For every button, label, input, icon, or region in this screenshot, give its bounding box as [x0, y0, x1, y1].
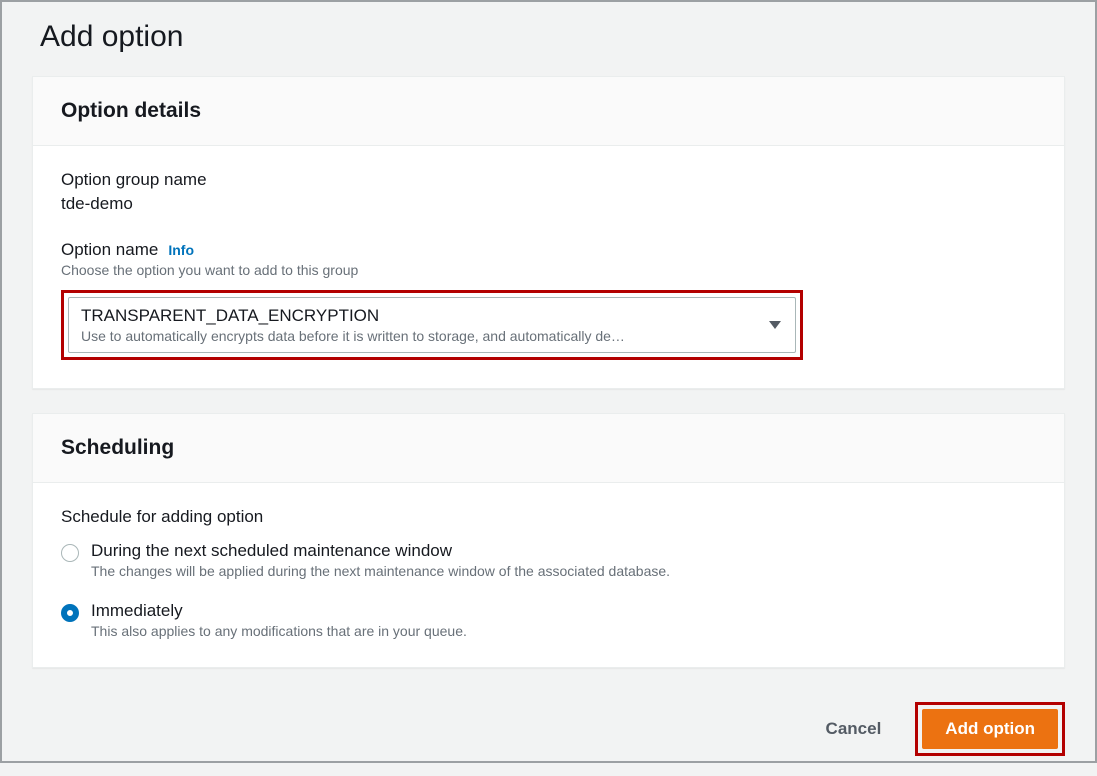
group-name-label: Option group name	[61, 170, 1036, 190]
add-option-button[interactable]: Add option	[922, 709, 1058, 749]
scheduling-header: Scheduling	[33, 414, 1064, 483]
option-name-select-value: TRANSPARENT_DATA_ENCRYPTION	[81, 306, 755, 326]
cancel-button[interactable]: Cancel	[820, 709, 888, 749]
group-name-value: tde-demo	[61, 194, 1036, 214]
radio-label: Immediately	[91, 601, 467, 621]
scheduling-panel: Scheduling Schedule for adding option Du…	[32, 413, 1065, 668]
scheduling-title: Scheduling	[61, 436, 1036, 460]
footer-actions: Cancel Add option	[32, 692, 1065, 756]
radio-icon[interactable]	[61, 544, 79, 562]
option-name-label: Option name	[61, 240, 158, 260]
info-link[interactable]: Info	[168, 242, 194, 258]
caret-down-icon	[769, 321, 781, 329]
schedule-field-label: Schedule for adding option	[61, 507, 1036, 527]
schedule-option-immediately[interactable]: Immediately This also applies to any mod…	[61, 601, 1036, 639]
option-name-select-description: Use to automatically encrypts data befor…	[81, 328, 755, 344]
option-name-select[interactable]: TRANSPARENT_DATA_ENCRYPTION Use to autom…	[68, 297, 796, 353]
schedule-option-maintenance[interactable]: During the next scheduled maintenance wi…	[61, 541, 1036, 579]
radio-description: The changes will be applied during the n…	[91, 563, 670, 579]
radio-description: This also applies to any modifications t…	[91, 623, 467, 639]
option-name-select-highlight: TRANSPARENT_DATA_ENCRYPTION Use to autom…	[61, 290, 803, 360]
option-name-description: Choose the option you want to add to thi…	[61, 262, 1036, 278]
option-details-panel: Option details Option group name tde-dem…	[32, 76, 1065, 389]
scheduling-body: Schedule for adding option During the ne…	[33, 483, 1064, 667]
option-details-body: Option group name tde-demo Option name I…	[33, 146, 1064, 388]
add-option-highlight: Add option	[915, 702, 1065, 756]
page-title: Add option	[32, 2, 1065, 76]
option-details-title: Option details	[61, 99, 1036, 123]
radio-icon-selected[interactable]	[61, 604, 79, 622]
option-details-header: Option details	[33, 77, 1064, 146]
schedule-radio-group: During the next scheduled maintenance wi…	[61, 541, 1036, 639]
radio-label: During the next scheduled maintenance wi…	[91, 541, 670, 561]
